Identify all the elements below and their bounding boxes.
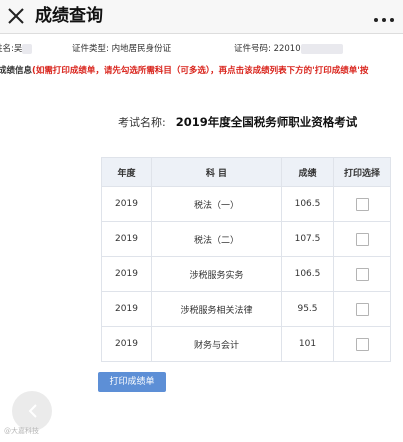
- exam-name: 2019年度全国税务师职业资格考试: [175, 115, 358, 129]
- print-select-cell: [333, 256, 391, 292]
- subject-cell: 涉税服务相关法律: [151, 291, 282, 327]
- privacy-mask: [300, 43, 343, 54]
- subject-cell: 财务与会计: [151, 326, 282, 362]
- score-cell: 106.5: [281, 186, 334, 222]
- column-header-print: 打印选择: [333, 157, 391, 187]
- chevron-left-icon: [26, 403, 40, 419]
- year-cell: 2019: [101, 326, 152, 362]
- exam-title-row: 考试名称: 2019年度全国税务师职业资格考试: [118, 112, 357, 130]
- candidate-info-bar: 姓名:吴 证件类型: 内地居民身份证 证件号码: 22010: [0, 38, 403, 60]
- column-header-score: 成绩: [281, 157, 334, 187]
- name-field: 姓名:吴: [0, 38, 33, 60]
- table-row: 2019 财务与会计 101: [101, 326, 391, 362]
- print-checkbox[interactable]: [355, 197, 369, 211]
- score-cell: 95.5: [281, 291, 334, 327]
- print-checkbox[interactable]: [355, 337, 369, 351]
- print-select-cell: [333, 221, 391, 257]
- score-notice: 成绩信息(如需打印成绩单，请先勾选所需科目（可多选），再点击该成绩列表下方的'打…: [0, 62, 403, 80]
- page-title: 成绩查询: [35, 6, 103, 26]
- print-checkbox[interactable]: [355, 232, 369, 246]
- name-label: 姓名:: [0, 44, 14, 54]
- top-navigation-bar: 成绩查询: [0, 0, 403, 34]
- score-table: 年度 科 目 成绩 打印选择 2019 税法（一） 106.5 2019 税法（…: [101, 157, 391, 362]
- more-icon[interactable]: [373, 10, 395, 22]
- print-select-cell: [333, 326, 391, 362]
- column-header-year: 年度: [101, 157, 152, 187]
- id-type-field: 证件类型: 内地居民身份证: [72, 38, 171, 60]
- id-number-field: 证件号码: 22010: [234, 38, 343, 60]
- id-type-value: 内地居民身份证: [111, 44, 172, 54]
- id-number-label: 证件号码:: [234, 44, 271, 54]
- subject-cell: 税法（二）: [151, 221, 282, 257]
- notice-instruction: (如需打印成绩单，请先勾选所需科目（可多选），再点击该成绩列表下方的'打印成绩单…: [32, 66, 369, 76]
- table-header-row: 年度 科 目 成绩 打印选择: [101, 157, 391, 187]
- year-cell: 2019: [101, 256, 152, 292]
- score-cell: 107.5: [281, 221, 334, 257]
- table-row: 2019 涉税服务实务 106.5: [101, 256, 391, 292]
- id-type-label: 证件类型:: [72, 44, 109, 54]
- watermark: @大嘉科技: [4, 427, 39, 435]
- score-cell: 101: [281, 326, 334, 362]
- exam-label: 考试名称:: [118, 116, 166, 129]
- year-cell: 2019: [101, 291, 152, 327]
- table-row: 2019 税法（一） 106.5: [101, 186, 391, 222]
- year-cell: 2019: [101, 221, 152, 257]
- id-number-value: 22010: [273, 44, 301, 54]
- print-checkbox[interactable]: [355, 302, 369, 316]
- score-cell: 106.5: [281, 256, 334, 292]
- back-button[interactable]: [12, 391, 52, 431]
- subject-cell: 涉税服务实务: [151, 256, 282, 292]
- print-select-cell: [333, 186, 391, 222]
- name-value: 吴: [13, 44, 23, 54]
- close-icon[interactable]: [6, 6, 26, 26]
- table-row: 2019 涉税服务相关法律 95.5: [101, 291, 391, 327]
- subject-cell: 税法（一）: [151, 186, 282, 222]
- print-checkbox[interactable]: [355, 267, 369, 281]
- table-row: 2019 税法（二） 107.5: [101, 221, 391, 257]
- print-transcript-button[interactable]: 打印成绩单: [98, 372, 166, 392]
- notice-heading: 成绩信息: [0, 66, 33, 76]
- year-cell: 2019: [101, 186, 152, 222]
- privacy-mask: [22, 43, 33, 54]
- print-select-cell: [333, 291, 391, 327]
- column-header-subject: 科 目: [151, 157, 282, 187]
